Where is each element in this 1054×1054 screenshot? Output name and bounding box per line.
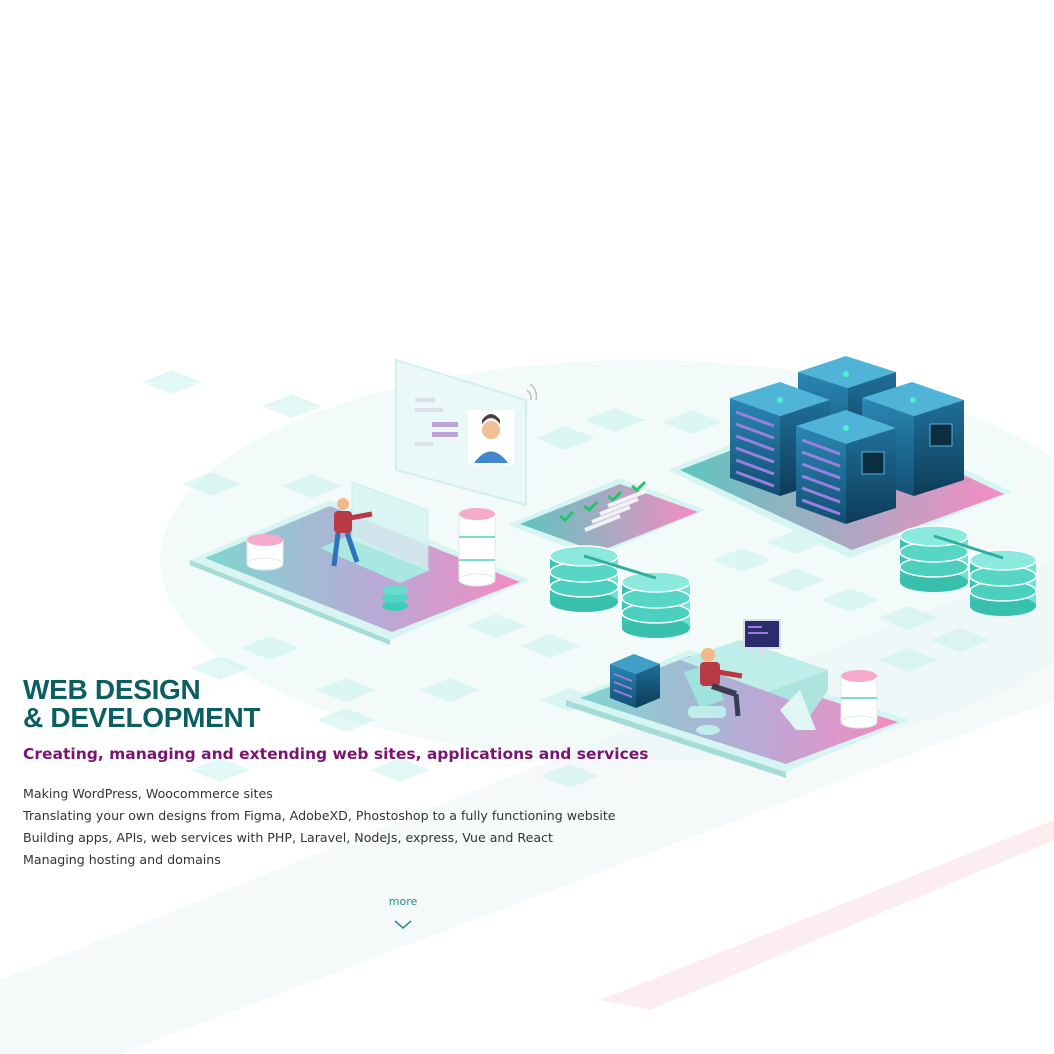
- list-item: Making WordPress, Woocommerce sites: [23, 786, 273, 801]
- list-item: Translating your own designs from Figma,…: [23, 808, 616, 823]
- list-item: Building apps, APIs, web services with P…: [23, 830, 553, 845]
- hero-text: WEB DESIGN & DEVELOPMENT Creating, manag…: [23, 676, 723, 871]
- isometric-illustration: [0, 356, 1054, 1054]
- chevron-down-icon: [394, 920, 412, 929]
- title-line-1: WEB DESIGN: [23, 674, 201, 705]
- page: WEB DESIGN & DEVELOPMENT Creating, manag…: [0, 0, 1054, 1054]
- more-link[interactable]: more: [373, 895, 433, 930]
- page-subtitle: Creating, managing and extending web sit…: [23, 745, 649, 763]
- list-item: Managing hosting and domains: [23, 852, 221, 867]
- page-title: WEB DESIGN & DEVELOPMENT: [23, 676, 723, 732]
- title-line-2: & DEVELOPMENT: [23, 702, 261, 733]
- services-list: Making WordPress, Woocommerce sites Tran…: [23, 783, 723, 871]
- more-label: more: [388, 895, 418, 908]
